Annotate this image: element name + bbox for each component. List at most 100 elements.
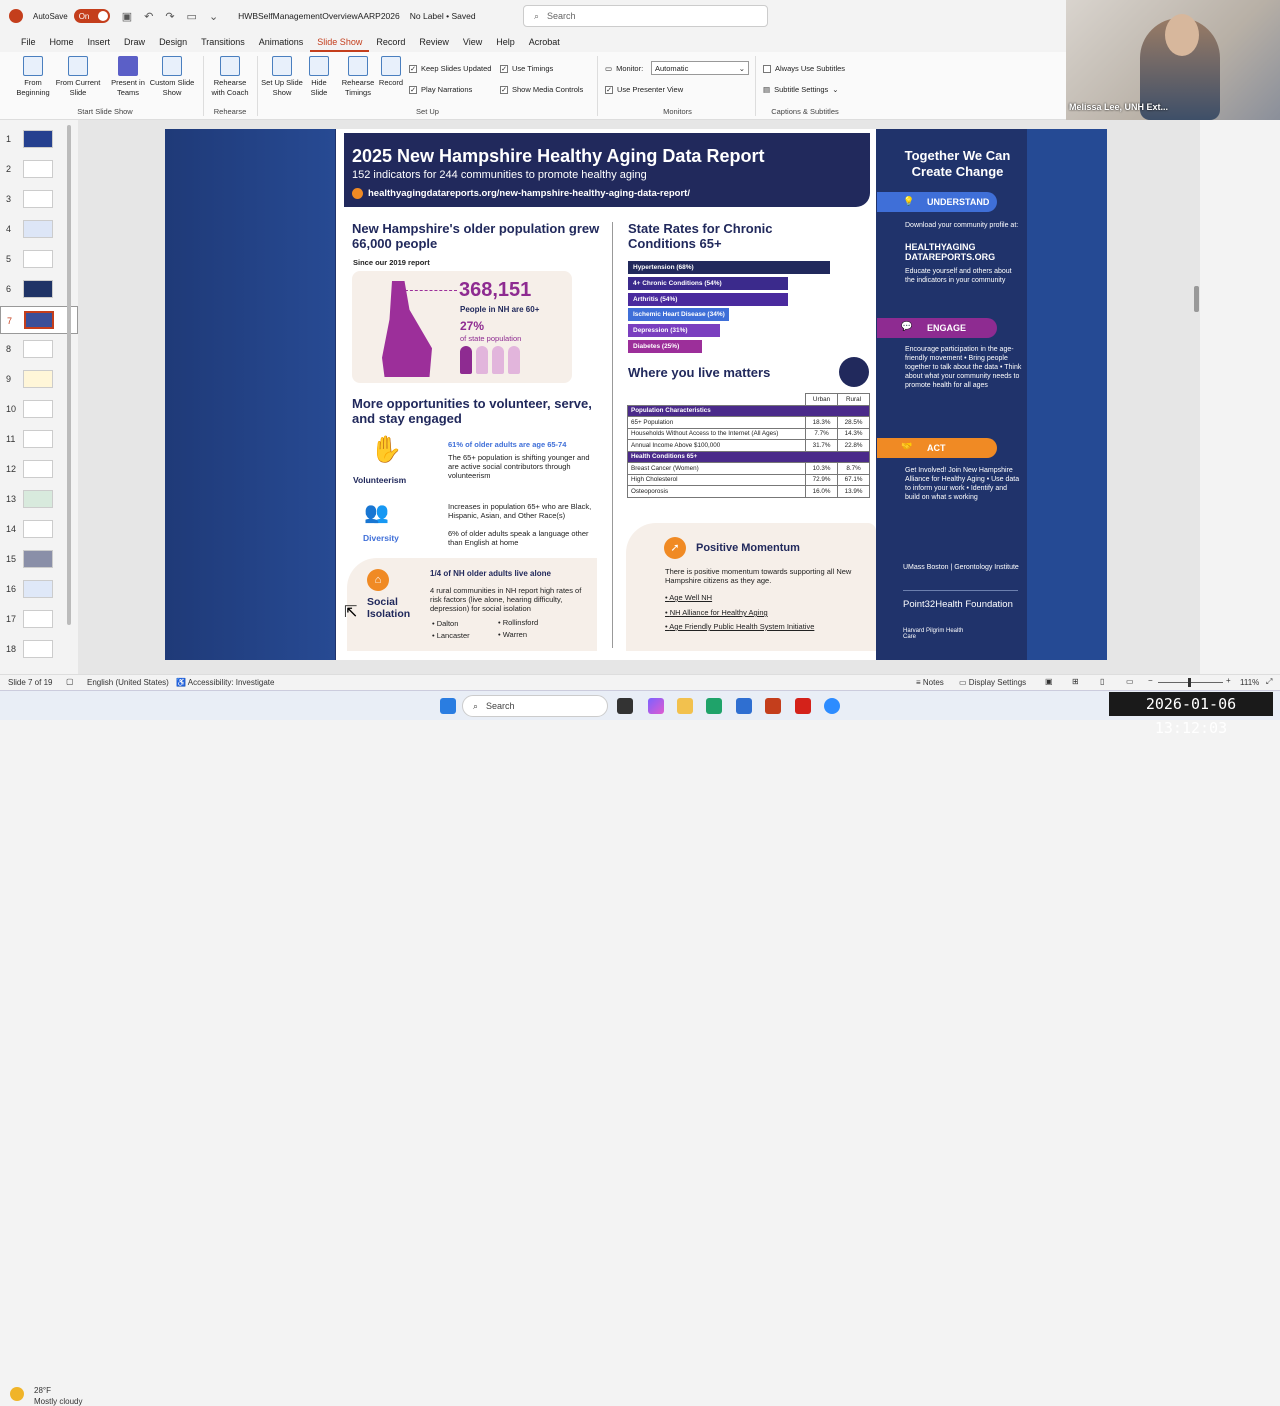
custom-show-icon xyxy=(162,56,182,76)
zoom-slider-handle[interactable] xyxy=(1188,678,1191,687)
spellcheck-icon[interactable]: ▢ xyxy=(66,677,74,686)
percent-number: 27% xyxy=(460,319,485,333)
fit-to-window-icon[interactable]: ⤢ xyxy=(1266,677,1272,687)
play-narrations-checkbox[interactable]: ✓ Play Narrations xyxy=(409,85,472,94)
hide-slide-button[interactable]: Hide Slide xyxy=(304,56,334,98)
thumbnail-scrollbar[interactable] xyxy=(67,125,71,625)
tab-insert[interactable]: Insert xyxy=(81,32,118,52)
thumbnail-slide-18[interactable]: 18 xyxy=(0,636,78,664)
redo-icon[interactable]: ↷ xyxy=(165,10,174,23)
record-button[interactable]: Record xyxy=(376,56,406,88)
notes-button[interactable]: ≡ Notes xyxy=(916,678,944,687)
taskbar-search-label: Search xyxy=(486,701,515,711)
from-beginning-button[interactable]: From Beginning xyxy=(12,56,54,98)
tab-acrobat[interactable]: Acrobat xyxy=(522,32,567,52)
use-timings-checkbox[interactable]: ✓ Use Timings xyxy=(500,64,553,73)
town-name: Warren xyxy=(502,630,528,639)
edge-icon[interactable] xyxy=(706,698,722,714)
play-start-icon xyxy=(23,56,43,76)
taskbar-search[interactable]: ⌕ Search xyxy=(462,695,608,717)
tab-home[interactable]: Home xyxy=(43,32,81,52)
tab-record[interactable]: Record xyxy=(369,32,412,52)
zoom-in-icon[interactable]: + xyxy=(1226,676,1231,685)
thumb-number: 14 xyxy=(6,524,17,534)
from-current-button[interactable]: From Current Slide xyxy=(55,56,101,98)
save-icon[interactable]: ▣ xyxy=(122,10,132,23)
rehearse-timings-button[interactable]: Rehearse Timings xyxy=(338,56,378,98)
powerpoint-taskbar-icon[interactable] xyxy=(765,698,781,714)
keep-slides-updated-checkbox[interactable]: ✓ Keep Slides Updated xyxy=(409,64,491,73)
label-status[interactable]: No Label • Saved xyxy=(410,11,476,21)
slide-right-background xyxy=(1027,129,1107,660)
autosave-toggle[interactable]: On xyxy=(73,9,110,23)
tab-view[interactable]: View xyxy=(456,32,489,52)
keep-updated-label: Keep Slides Updated xyxy=(421,64,492,73)
table-section-row: Population Characteristics xyxy=(627,404,870,417)
understand-text-2: Educate yourself and others about the in… xyxy=(905,268,1012,284)
population-label: People in NH are 60+ xyxy=(460,305,540,314)
tab-slide-show[interactable]: Slide Show xyxy=(310,32,370,52)
tab-review[interactable]: Review xyxy=(412,32,456,52)
act-label: ACT xyxy=(927,443,946,453)
tab-transitions[interactable]: Transitions xyxy=(194,32,252,52)
normal-view-icon[interactable]: ▣ xyxy=(1045,677,1053,686)
slideshow-view-icon[interactable]: ▭ xyxy=(1126,677,1134,686)
rocket-icon: ➚ xyxy=(664,537,686,559)
display-settings-button[interactable]: ▭ Display Settings xyxy=(959,678,1026,687)
tab-help[interactable]: Help xyxy=(489,32,522,52)
tab-file[interactable]: File xyxy=(14,32,43,52)
slide-sorter-icon[interactable]: ⊞ xyxy=(1072,677,1079,686)
slide-info: Slide 7 of 19 xyxy=(8,678,53,687)
momentum-link-3[interactable]: • Age Friendly Public Health System Init… xyxy=(665,622,814,631)
tab-draw[interactable]: Draw xyxy=(117,32,152,52)
setup-show-button[interactable]: Set Up Slide Show xyxy=(261,56,303,98)
slide-left-background xyxy=(165,129,335,660)
momentum-link-1[interactable]: • Age Well NH xyxy=(665,593,712,602)
from-beginning-label: From Beginning xyxy=(16,78,50,97)
zoom-app-icon[interactable] xyxy=(824,698,840,714)
momentum-link-2[interactable]: • NH Alliance for Healthy Aging xyxy=(665,608,768,617)
tab-design[interactable]: Design xyxy=(152,32,194,52)
undo-icon[interactable]: ↶ xyxy=(144,10,153,23)
presenter-view-checkbox[interactable]: ✓ Use Presenter View xyxy=(605,85,683,94)
row-label: High Cholesterol xyxy=(627,473,806,486)
monitor-select[interactable]: Automatic ⌄ xyxy=(651,61,749,75)
act-bar: ACT xyxy=(877,438,997,458)
setup-show-label: Set Up Slide Show xyxy=(261,78,303,97)
custom-show-button[interactable]: Custom Slide Show xyxy=(147,56,197,98)
zoom-level[interactable]: 111% xyxy=(1240,678,1259,687)
show-media-checkbox[interactable]: ✓ Show Media Controls xyxy=(500,85,583,94)
present-teams-button[interactable]: Present in Teams xyxy=(108,56,148,98)
language-status[interactable]: English (United States) xyxy=(87,678,169,687)
acrobat-icon[interactable] xyxy=(795,698,811,714)
rural-value: 28.5% xyxy=(837,416,870,429)
rehearse-coach-button[interactable]: Rehearse with Coach xyxy=(208,56,252,98)
search-input[interactable]: ⌕ Search xyxy=(523,5,768,27)
search-icon: ⌕ xyxy=(473,700,479,711)
table-header-row: Urban Rural xyxy=(628,393,870,406)
task-view-icon[interactable] xyxy=(617,698,633,714)
copilot-icon[interactable] xyxy=(648,698,664,714)
accessibility-status[interactable]: ♿ Accessibility: Investigate xyxy=(176,678,274,687)
present-icon[interactable]: ▭ xyxy=(187,10,197,23)
windows-start-icon[interactable] xyxy=(440,698,456,714)
point32-logo: Point32Health Foundation xyxy=(903,599,1013,610)
chart-bar: 4+ Chronic Conditions (54%) xyxy=(628,276,789,290)
engage-label: ENGAGE xyxy=(927,323,967,333)
setup-icon xyxy=(272,56,292,76)
reading-view-icon[interactable]: ▯ xyxy=(1100,677,1104,686)
canvas-scrollbar[interactable] xyxy=(1194,286,1199,312)
ribbon: From Beginning From Current Slide Presen… xyxy=(0,52,1066,120)
subtitle-settings-button[interactable]: ▤ Subtitle Settings ⌄ xyxy=(763,85,839,94)
zoom-out-icon[interactable]: − xyxy=(1148,676,1153,685)
link-text: Age Friendly Public Health System Initia… xyxy=(669,622,815,631)
store-icon[interactable] xyxy=(736,698,752,714)
urban-value: 18.3% xyxy=(805,416,838,429)
file-explorer-icon[interactable] xyxy=(677,698,693,714)
tab-animations[interactable]: Animations xyxy=(252,32,311,52)
always-subtitles-checkbox[interactable]: Always Use Subtitles xyxy=(763,64,845,73)
person-icon xyxy=(460,346,472,374)
chart-bar: Ischemic Heart Disease (34%) xyxy=(628,308,729,322)
customize-icon[interactable]: ⌄ xyxy=(209,10,218,23)
panel-title: Together We Can Create Change xyxy=(904,148,1011,179)
